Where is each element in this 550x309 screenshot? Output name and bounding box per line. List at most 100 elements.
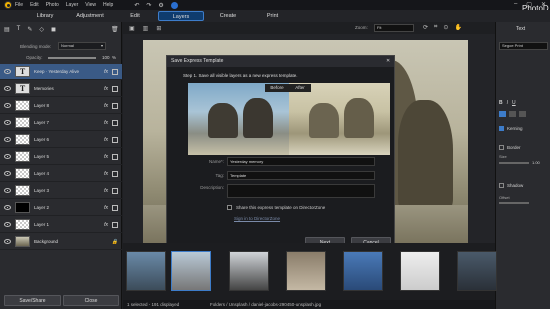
visibility-eye-icon[interactable] [4, 205, 11, 210]
save-share-button[interactable]: Save/Share [4, 295, 61, 306]
visibility-eye-icon[interactable] [4, 120, 11, 125]
film-thumb[interactable] [286, 251, 326, 291]
layer-effects-icon[interactable]: fx [104, 137, 108, 143]
layer-row[interactable]: Background 🔒 [0, 234, 122, 250]
brush-icon[interactable]: ✎ [27, 26, 32, 33]
visibility-eye-icon[interactable] [4, 86, 11, 91]
layer-effects-icon[interactable]: fx [104, 205, 108, 211]
delete-layer-icon[interactable]: 🗑 [111, 26, 119, 33]
visibility-eye-icon[interactable] [4, 239, 11, 244]
layer-mask-icon[interactable] [112, 102, 118, 109]
layer-effects-icon[interactable]: fx [104, 86, 108, 92]
film-thumb-selected[interactable] [171, 251, 211, 291]
tab-library[interactable]: Library [30, 11, 60, 21]
redo-icon[interactable]: ↷ [146, 2, 151, 9]
before-label[interactable]: Before [265, 84, 289, 92]
layer-row[interactable]: T Keep · Yesterday Alive fx [0, 64, 122, 80]
mask-icon[interactable]: ◼ [51, 26, 56, 33]
hand-icon[interactable]: ✋ [454, 24, 461, 31]
view-compare-icon[interactable]: ▥ [143, 25, 149, 32]
dialog-close-icon[interactable]: ✕ [386, 58, 390, 64]
menu-layer[interactable]: Layer [66, 2, 79, 8]
visibility-eye-icon[interactable] [4, 222, 11, 227]
close-button[interactable]: Close [63, 295, 119, 306]
crop-icon[interactable]: ⌗ [434, 24, 437, 31]
align-right-icon[interactable] [519, 111, 526, 117]
text-layer-icon[interactable]: T [17, 26, 21, 33]
align-center-icon[interactable] [509, 111, 516, 117]
minimize-icon[interactable]: – [514, 1, 517, 8]
menu-edit[interactable]: Edit [30, 2, 39, 8]
layer-mask-icon[interactable] [112, 204, 118, 211]
menu-view[interactable]: View [85, 2, 96, 8]
description-field[interactable] [227, 184, 375, 198]
visibility-eye-icon[interactable] [4, 103, 11, 108]
bold-icon[interactable]: B [499, 100, 503, 106]
camera-icon[interactable]: ⊙ [443, 24, 448, 31]
layer-effects-icon[interactable]: fx [104, 103, 108, 109]
tab-edit[interactable]: Edit [125, 11, 145, 21]
new-layer-icon[interactable]: ▤ [4, 26, 10, 33]
panel-tab-text[interactable]: Text [516, 26, 525, 32]
offset-slider[interactable] [499, 202, 529, 204]
layer-effects-icon[interactable]: fx [104, 120, 108, 126]
rotate-icon[interactable]: ⟳ [423, 24, 428, 31]
tab-print[interactable]: Print [260, 11, 285, 21]
layer-row[interactable]: Layer 6 fx [0, 132, 122, 148]
film-thumb[interactable] [229, 251, 269, 291]
visibility-eye-icon[interactable] [4, 154, 11, 159]
layer-mask-icon[interactable] [112, 85, 118, 92]
visibility-eye-icon[interactable] [4, 188, 11, 193]
blending-mode-select[interactable]: Normal ▾ [58, 42, 106, 50]
menu-help[interactable]: Help [103, 2, 113, 8]
layer-mask-icon[interactable] [112, 221, 118, 228]
border-size-slider[interactable] [499, 162, 529, 164]
italic-icon[interactable]: I [507, 100, 508, 106]
settings-icon[interactable]: ⚙ [158, 2, 163, 9]
film-thumb[interactable] [343, 251, 383, 291]
layer-row[interactable]: T Memories fx [0, 81, 122, 97]
view-single-icon[interactable]: ▣ [129, 25, 135, 32]
border-checkbox[interactable] [499, 145, 504, 150]
layer-row[interactable]: Layer 7 fx [0, 115, 122, 131]
layer-mask-icon[interactable] [112, 187, 118, 194]
font-select[interactable]: Segoe Print [499, 42, 548, 50]
undo-icon[interactable]: ↶ [134, 2, 139, 9]
layer-row[interactable]: Layer 8 fx [0, 98, 122, 114]
layer-effects-icon[interactable]: fx [104, 188, 108, 194]
lock-icon[interactable]: 🔒 [112, 239, 118, 245]
layer-mask-icon[interactable] [112, 136, 118, 143]
layer-row[interactable]: Layer 5 fx [0, 149, 122, 165]
tab-layers[interactable]: Layers [158, 11, 204, 21]
film-thumb[interactable] [126, 251, 166, 291]
layer-mask-icon[interactable] [112, 170, 118, 177]
layer-effects-icon[interactable]: fx [104, 154, 108, 160]
after-label[interactable]: After [289, 84, 311, 92]
visibility-eye-icon[interactable] [4, 137, 11, 142]
visibility-eye-icon[interactable] [4, 171, 11, 176]
layer-mask-icon[interactable] [112, 119, 118, 126]
layer-row[interactable]: Layer 4 fx [0, 166, 122, 182]
name-field[interactable]: Yesterday memory [227, 157, 375, 166]
menu-photo[interactable]: Photo [46, 2, 59, 8]
film-thumb[interactable] [400, 251, 440, 291]
grid-icon[interactable]: ⊞ [156, 25, 161, 32]
layer-effects-icon[interactable]: fx [104, 222, 108, 228]
opacity-slider[interactable] [48, 57, 96, 59]
opacity-value[interactable]: 100 [102, 55, 110, 60]
underline-icon[interactable]: U [512, 100, 516, 106]
close-icon[interactable]: ✕ [541, 1, 546, 8]
tab-adjustment[interactable]: Adjustment [70, 11, 110, 21]
layer-effects-icon[interactable]: fx [104, 171, 108, 177]
border-size-value[interactable]: 1.00 [532, 160, 540, 165]
layer-row[interactable]: Layer 1 fx [0, 217, 122, 233]
shape-icon[interactable]: ◇ [39, 26, 44, 33]
zoom-select[interactable]: Fit [374, 24, 414, 32]
signin-link[interactable]: Sign in to DirectorZone [234, 216, 280, 221]
tab-create[interactable]: Create [213, 11, 243, 21]
share-checkbox[interactable] [227, 205, 232, 210]
layer-row[interactable]: Layer 2 fx [0, 200, 122, 216]
layer-mask-icon[interactable] [112, 153, 118, 160]
visibility-eye-icon[interactable] [4, 69, 11, 74]
align-left-icon[interactable] [499, 111, 506, 117]
